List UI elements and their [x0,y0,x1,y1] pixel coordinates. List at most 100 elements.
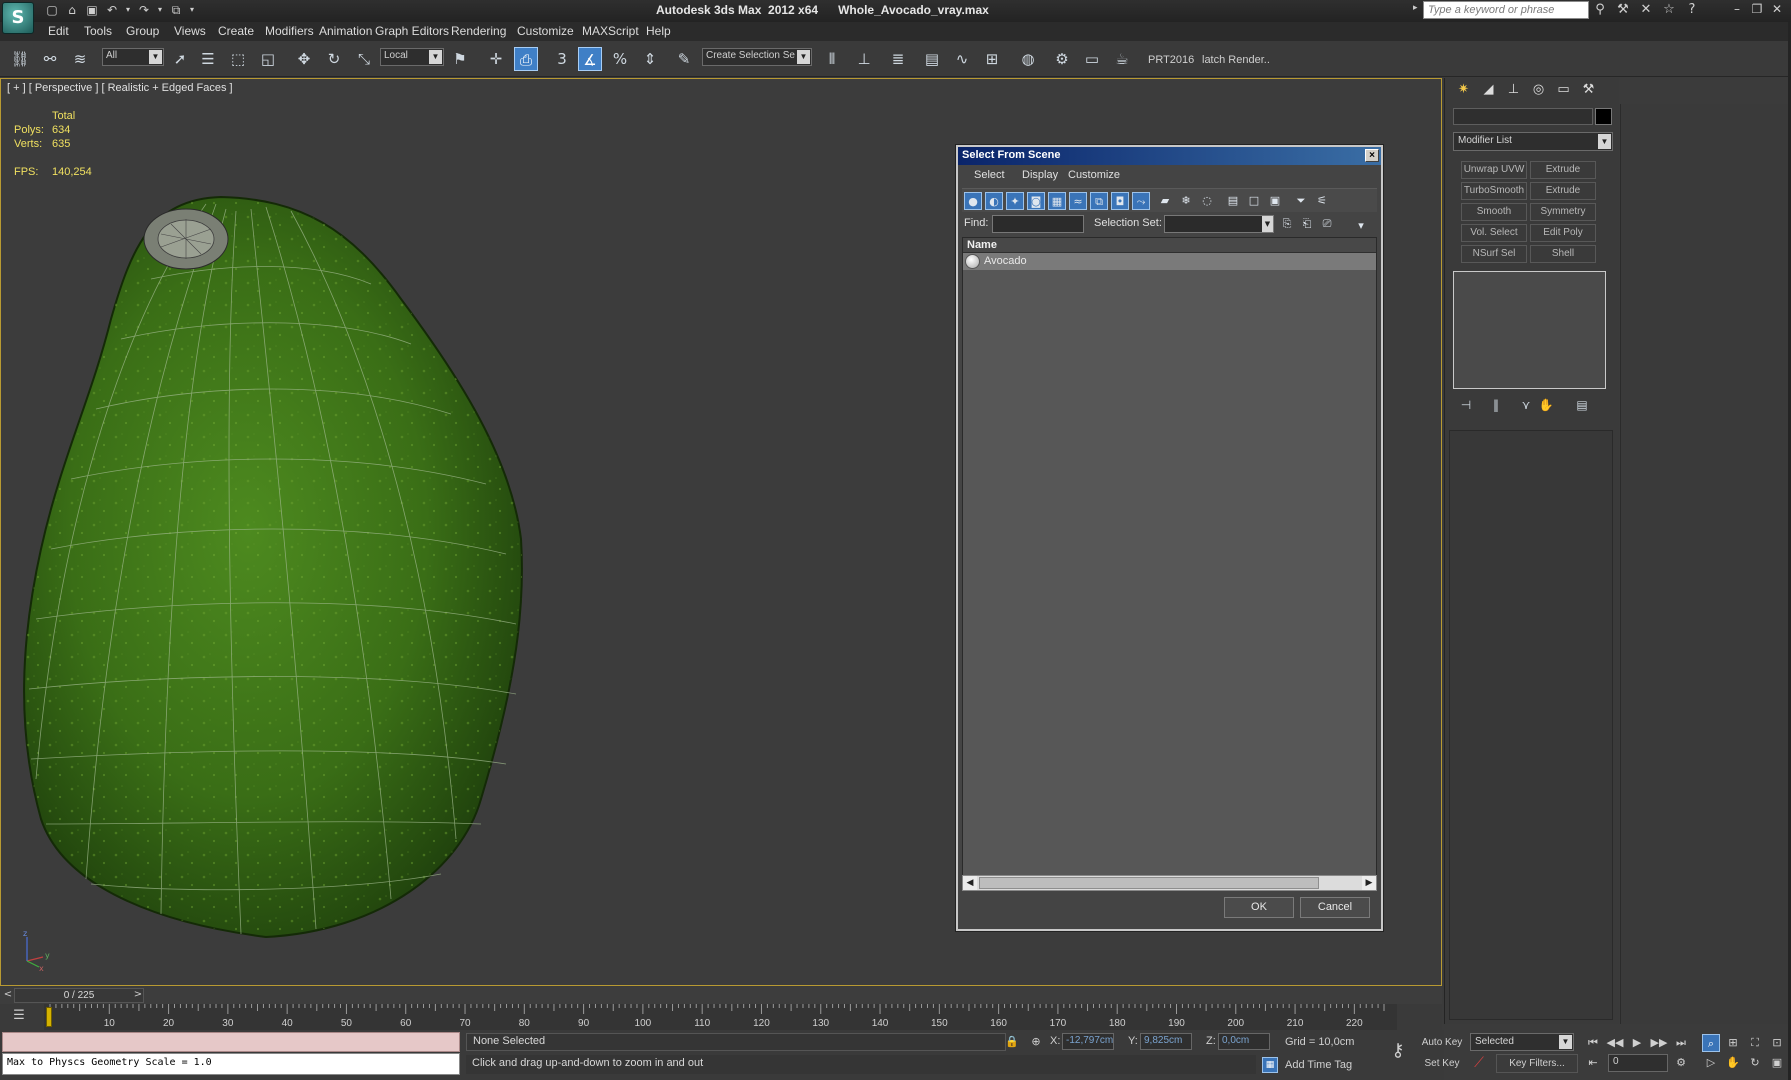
project-icon[interactable]: ⧉ [168,2,184,18]
menu-group[interactable]: Group [126,24,159,38]
modifier-edit-poly-button[interactable]: Edit Poly [1530,224,1596,242]
select-object-icon[interactable]: ➚ [168,47,192,71]
angle-snap-icon[interactable]: ∡ [578,47,602,71]
minimize-icon[interactable]: – [1730,2,1744,16]
batch-render-button[interactable]: latch Render.. [1202,54,1270,66]
scale-icon[interactable]: ⤡ [352,47,376,71]
render-setup-icon[interactable]: ⚙ [1050,47,1074,71]
mini-curve-editor-icon[interactable]: ☰ [10,1007,28,1025]
set-key-button[interactable]: Set Key [1420,1055,1464,1073]
menu-customize[interactable]: Customize [517,24,574,38]
unlink-icon[interactable]: ⚯ [38,47,62,71]
add-time-tag-button[interactable]: Add Time Tag [1285,1059,1352,1071]
bind-space-warp-icon[interactable]: ≋ [68,47,92,71]
connect-icon[interactable]: ✕ [1638,2,1654,18]
material-editor-icon[interactable]: ◍ [1016,47,1040,71]
percent-snap-icon[interactable]: % [608,47,632,71]
dialog-menu-customize[interactable]: Customize [1068,169,1120,181]
restore-icon[interactable]: ❐ [1750,2,1764,16]
zoom-icon[interactable]: ⌕ [1702,1034,1720,1052]
make-unique-icon[interactable]: ⋎ [1517,396,1535,414]
schematic-view-icon[interactable]: ⊞ [980,47,1004,71]
maxscript-listener-input[interactable] [2,1032,460,1052]
frame-ruler[interactable]: 10 20 30 40 50 60 70 80 90 100 110 120 130 140 150 160 1… [44,1004,1397,1030]
undo-icon[interactable]: ↶ [104,2,120,18]
display-helpers-icon[interactable]: ▦ [1048,192,1066,210]
display-geometry-icon[interactable]: ● [964,192,982,210]
modifier-stack[interactable] [1453,271,1606,389]
display-frozen-icon[interactable]: ❄ [1177,192,1195,210]
menu-create[interactable]: Create [218,24,254,38]
display-lights-icon[interactable]: ✦ [1006,192,1024,210]
y-coordinate-field[interactable]: 9,825cm [1140,1033,1192,1050]
modifier-vol-select-button[interactable]: Vol. Select [1461,224,1527,242]
selection-set-dropdown[interactable]: ▼ [1164,215,1274,233]
open-icon[interactable]: ⌂ [64,2,80,18]
modifier-list-dropdown[interactable]: Modifier List ▼ [1453,132,1613,151]
scroll-left-icon[interactable]: ◀ [963,876,977,890]
dialog-menu-select[interactable]: Select [974,169,1005,181]
display-containers-icon[interactable]: ▰ [1156,192,1174,210]
modifier-turbosmooth-button[interactable]: TurboSmooth [1461,182,1527,200]
select-by-name-icon[interactable]: ☰ [196,47,220,71]
current-frame-field[interactable]: 0 [1608,1054,1668,1072]
hierarchy-tab-icon[interactable]: ⊥ [1503,80,1524,100]
display-space-warps-icon[interactable]: ≈ [1069,192,1087,210]
menu-graph-editors[interactable]: Graph Editors [375,24,449,38]
utilities-tab-icon[interactable]: ⚒ [1578,80,1599,100]
rendered-frame-window-icon[interactable]: ▭ [1080,47,1104,71]
display-groups-icon[interactable]: ⧉ [1090,192,1108,210]
orbit-icon[interactable]: ↻ [1746,1054,1764,1072]
menu-animation[interactable]: Animation [319,24,372,38]
track-bar[interactable]: ☰ 10 20 30 40 50 60 70 80 90 100 110 120 130 140 150 16… [0,1004,1442,1030]
selection-filter-dropdown[interactable]: All ▼ [102,48,164,66]
redo-icon[interactable]: ↷ [136,2,152,18]
align-icon[interactable]: ⊥ [852,47,876,71]
key-mode-dropdown[interactable]: Selected ▼ [1470,1033,1574,1051]
create-selection-set-icon[interactable]: ⎘ [1278,215,1296,233]
reference-coordinate-dropdown[interactable]: Local ▼ [380,48,444,66]
display-bones-icon[interactable]: ⤳ [1132,192,1150,210]
pivot-center-icon[interactable]: ⚑ [448,47,472,71]
pan-view-icon[interactable]: ✋ [1724,1054,1742,1072]
pin-stack-icon[interactable]: ⊣ [1457,396,1475,414]
menu-tools[interactable]: Tools [84,24,112,38]
remove-from-selection-set-icon[interactable]: ⎚ [1318,215,1336,233]
object-color-swatch[interactable] [1595,108,1612,125]
menu-maxscript[interactable]: MAXScript [582,24,639,38]
select-invert-icon[interactable]: ▣ [1266,192,1284,210]
set-keys-icon[interactable]: ⟋ [1470,1054,1488,1072]
configure-modifier-sets-icon[interactable]: ▤ [1573,396,1591,414]
star-icon[interactable]: ☆ [1661,2,1677,18]
lock-selection-icon[interactable]: 🔒 [1004,1034,1020,1050]
time-slider-next-icon[interactable]: > [132,988,144,1002]
keyboard-shortcut-override-icon[interactable]: ⎙ [514,47,538,71]
list-item[interactable]: Avocado [963,253,1376,270]
maxscript-output[interactable]: Max to Physcs Geometry Scale = 1.0 [2,1053,460,1075]
menu-rendering[interactable]: Rendering [451,24,506,38]
ok-button[interactable]: OK [1224,897,1294,918]
display-tab-icon[interactable]: ▭ [1553,80,1574,100]
app-logo[interactable]: S [2,2,34,34]
search-input[interactable]: Type a keyword or phrase [1423,1,1589,19]
auto-key-button[interactable]: Auto Key [1420,1034,1464,1052]
modifier-extrude-button-2[interactable]: Extrude [1530,182,1596,200]
undo-dropdown-icon[interactable]: ▾ [124,2,132,18]
expand-search-icon[interactable]: ▸ [1413,3,1421,17]
menu-help[interactable]: Help [646,24,671,38]
play-icon[interactable]: ▶ [1628,1034,1646,1052]
window-crossing-icon[interactable]: ◱ [256,47,280,71]
time-slider-frame[interactable]: 0 / 225 [14,988,144,1003]
modifier-shell-button[interactable]: Shell [1530,245,1596,263]
filter-options-icon[interactable]: ⚟ [1313,192,1331,210]
create-tab-icon[interactable]: ✷ [1453,80,1474,100]
go-to-start-icon[interactable]: ⏮ [1584,1034,1602,1052]
select-none-icon[interactable]: □ [1245,192,1263,210]
help-icon[interactable]: ? [1684,2,1700,18]
absolute-mode-icon[interactable]: ⊕ [1028,1034,1044,1050]
redo-dropdown-icon[interactable]: ▾ [156,2,164,18]
tools-icon[interactable]: ⚒ [1615,2,1631,18]
rectangular-selection-icon[interactable]: ⬚ [226,47,250,71]
key-icon[interactable]: ⚷ [1384,1036,1412,1066]
graphite-ribbon-icon[interactable]: ▤ [920,47,944,71]
